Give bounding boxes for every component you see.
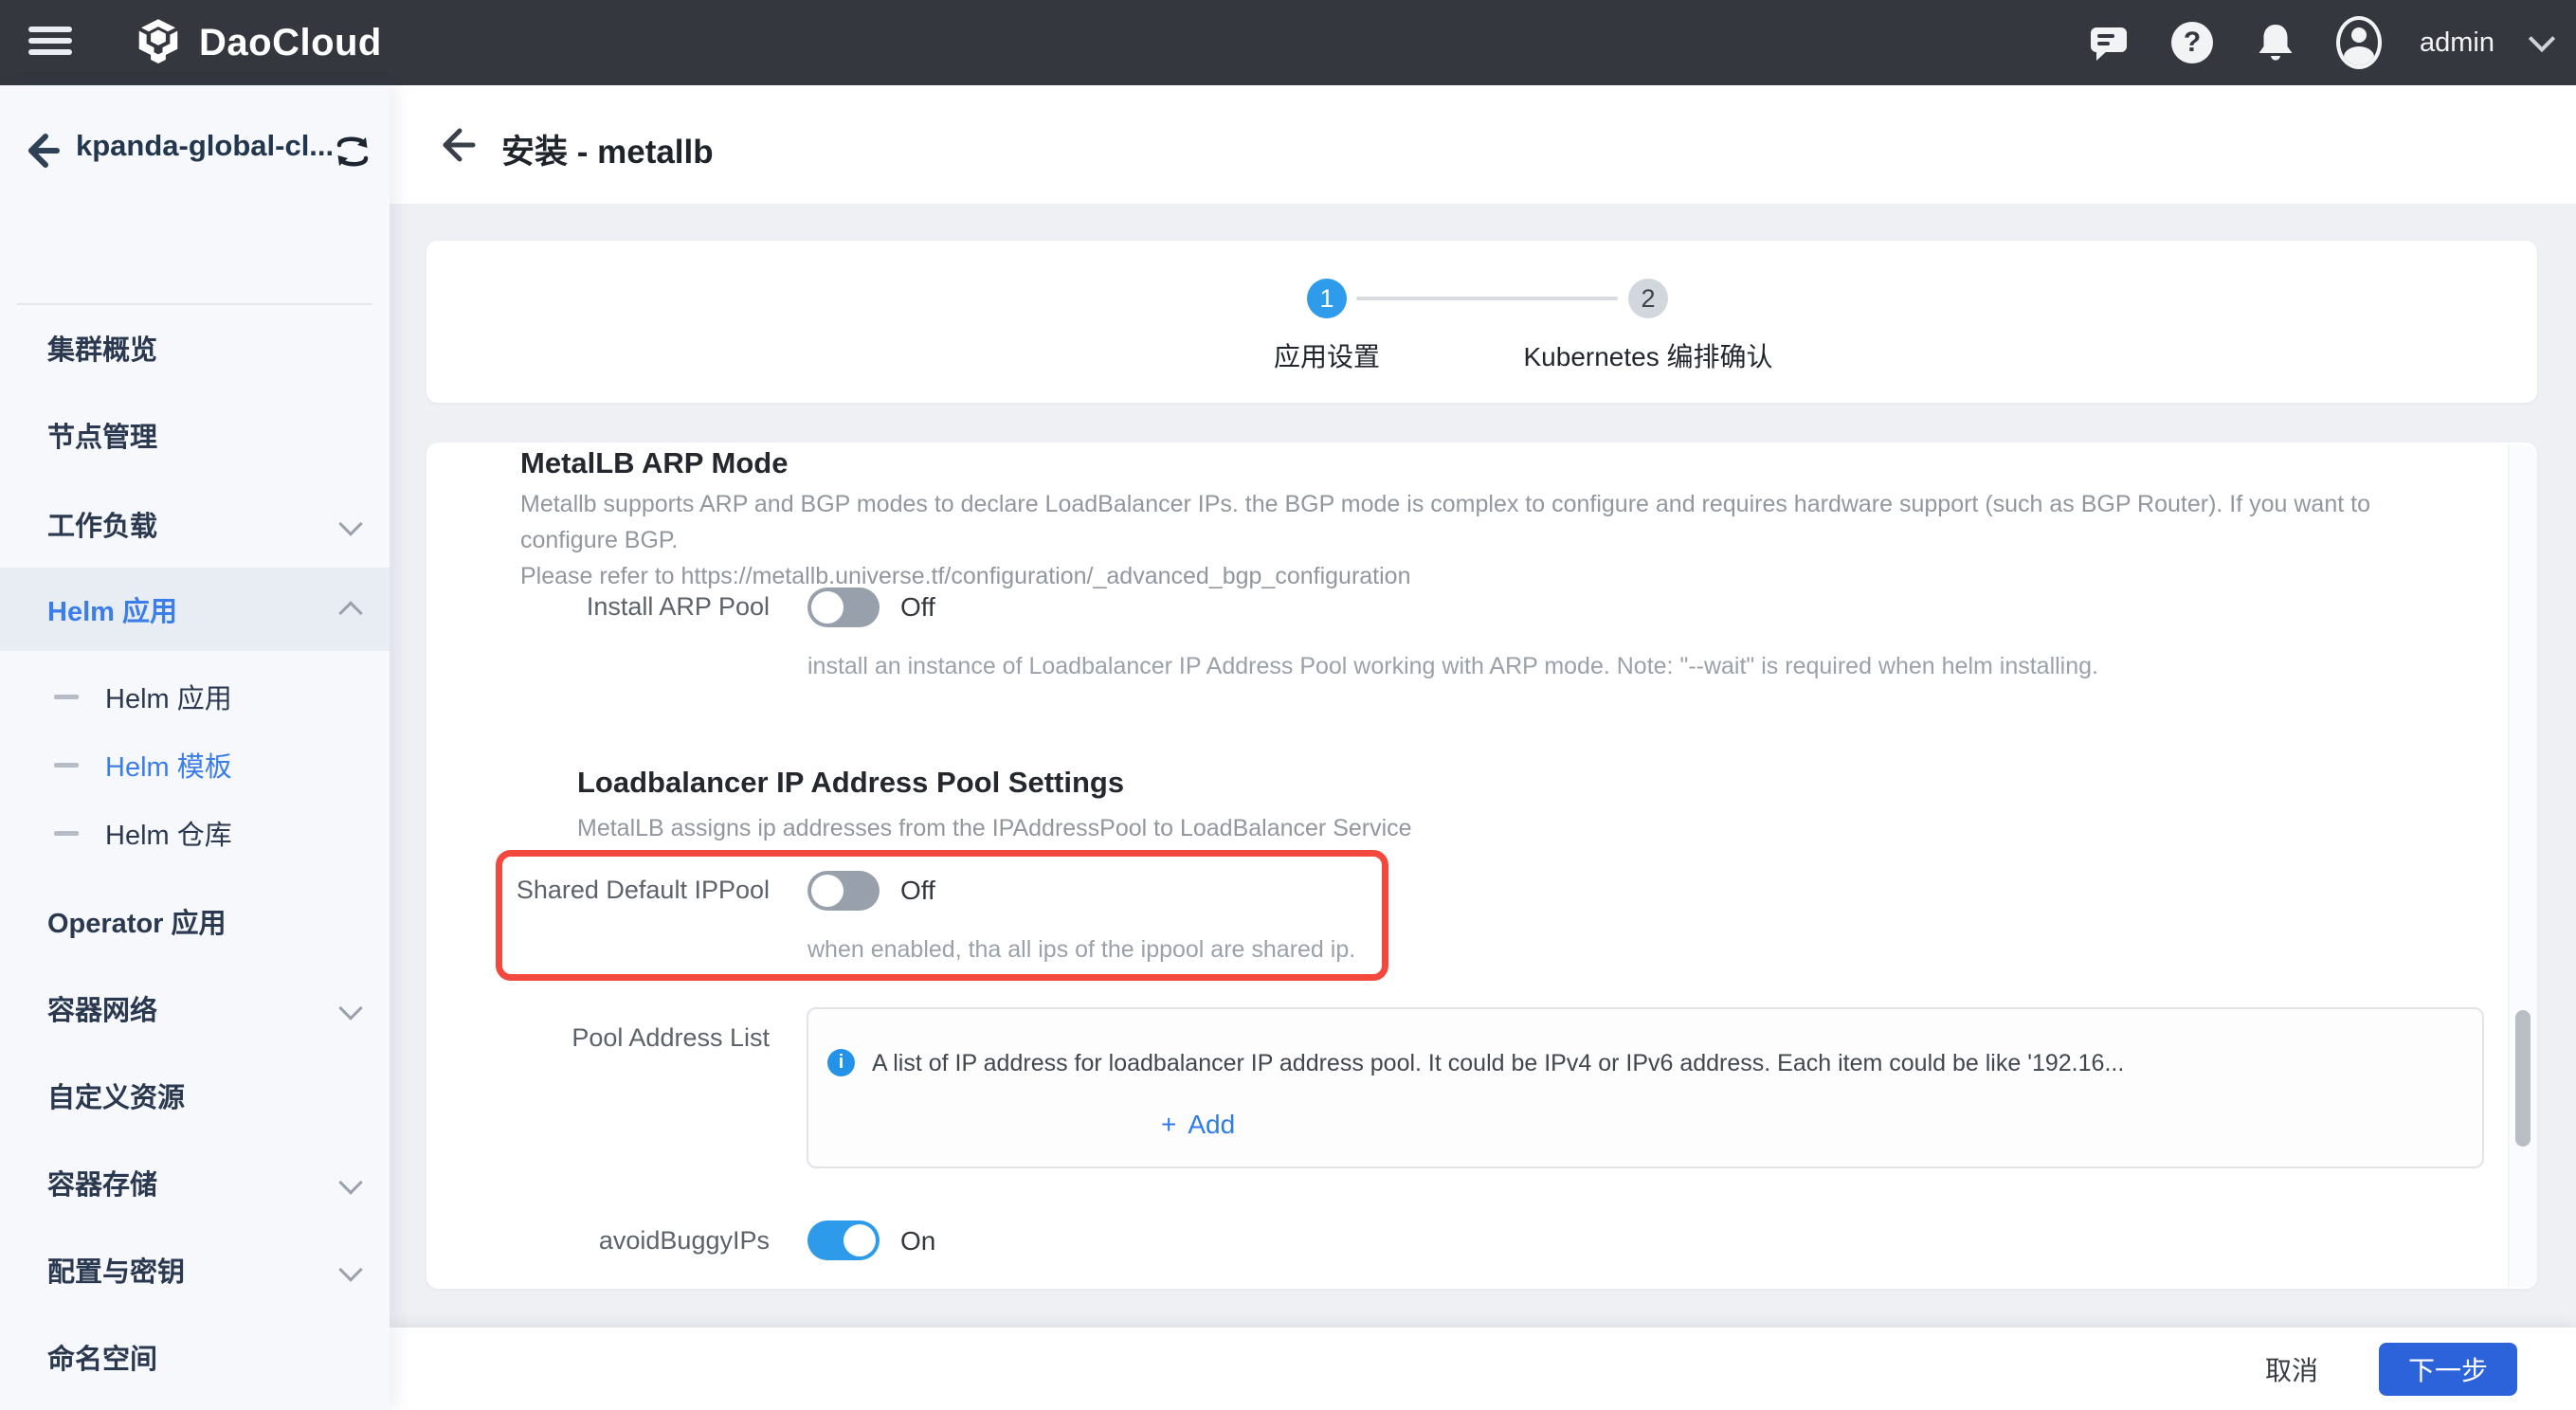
step-1-label: 应用设置: [1232, 336, 1422, 374]
avoid-buggy-ips-label: avoidBuggyIPs: [493, 1226, 770, 1256]
chevron-down-icon: [338, 1170, 362, 1194]
sidebar-header: kpanda-global-cl...: [0, 85, 390, 218]
notifications-bell-icon[interactable]: [2253, 20, 2298, 65]
sidebar-item-cluster-overview[interactable]: 集群概览: [0, 305, 390, 390]
brand-name: DaoCloud: [199, 22, 382, 64]
page-title: 安装 - metallb: [501, 125, 714, 173]
cancel-button[interactable]: 取消: [2259, 1349, 2324, 1389]
dash-icon: [54, 763, 79, 768]
sidebar-item-container-storage[interactable]: 容器存储: [0, 1139, 390, 1226]
install-arp-pool-state: Off: [900, 592, 935, 623]
pool-section-description: MetalLB assigns ip addresses from the IP…: [577, 810, 1412, 846]
sidebar-item-workloads[interactable]: 工作负载: [0, 479, 390, 568]
add-pool-address-button[interactable]: + Add: [1161, 1110, 1235, 1140]
top-right-actions: ? admin: [2086, 0, 2551, 85]
plus-icon: +: [1161, 1110, 1176, 1140]
info-icon: i: [827, 1049, 855, 1076]
stepper-connector-line: [1356, 297, 1618, 300]
pool-section-title: Loadbalancer IP Address Pool Settings: [577, 766, 1124, 800]
chevron-down-icon: [338, 512, 362, 535]
step-2-circle: 2: [1628, 279, 1668, 318]
step-2-label: Kubernetes 编排确认: [1506, 336, 1790, 374]
next-step-button[interactable]: 下一步: [2379, 1343, 2517, 1396]
user-menu-chevron-down-icon[interactable]: [2529, 26, 2555, 52]
avoid-buggy-ips-state: On: [900, 1226, 935, 1256]
form-scrollbar-track[interactable]: [2508, 444, 2537, 1287]
install-arp-pool-label: Install ARP Pool: [493, 592, 770, 622]
pool-address-list-info: A list of IP address for loadbalancer IP…: [872, 1050, 2124, 1077]
sidebar-subitem-helm-templates[interactable]: Helm 模板: [0, 731, 390, 799]
sidebar-item-namespaces[interactable]: 命名空间: [0, 1313, 390, 1401]
sidebar-item-cluster-ops[interactable]: 集群运维: [0, 1401, 390, 1410]
install-arp-pool-help: install an instance of Loadbalancer IP A…: [807, 653, 2098, 680]
sidebar-item-helm-apps[interactable]: Helm 应用: [0, 568, 390, 651]
stepper-card: 1 2 应用设置 Kubernetes 编排确认: [426, 241, 2537, 403]
sidebar-item-operator-apps[interactable]: Operator 应用: [0, 877, 390, 965]
sidebar: kpanda-global-cl... 集群概览 节点管理 工作负载 Helm …: [0, 85, 390, 1410]
shared-default-ippool-toggle[interactable]: [807, 871, 880, 911]
sidebar-subitem-helm-repos[interactable]: Helm 仓库: [0, 799, 390, 867]
sidebar-item-node-management[interactable]: 节点管理: [0, 390, 390, 479]
help-icon[interactable]: ?: [2169, 20, 2215, 65]
sidebar-subitem-helm-apps[interactable]: Helm 应用: [0, 662, 390, 731]
chevron-up-icon: [338, 601, 362, 624]
app-window: DaoCloud ?: [0, 0, 2576, 1410]
sidebar-item-container-network[interactable]: 容器网络: [0, 965, 390, 1052]
hamburger-menu-icon[interactable]: [28, 21, 78, 64]
arp-section-description: Metallb supports ARP and BGP modes to de…: [520, 486, 2473, 594]
form-scrollbar-thumb[interactable]: [2515, 1010, 2531, 1147]
cluster-name[interactable]: kpanda-global-cl...: [76, 129, 334, 163]
shared-default-ippool-state: Off: [900, 876, 935, 906]
arp-section-title: MetalLB ARP Mode: [520, 446, 788, 480]
footer-action-bar: 取消 下一步: [390, 1328, 2576, 1410]
dash-icon: [54, 831, 79, 836]
sidebar-item-custom-resources[interactable]: 自定义资源: [0, 1052, 390, 1139]
user-avatar-icon[interactable]: [2336, 20, 2382, 65]
daocloud-logo-icon: [133, 17, 184, 68]
page-title-bar: 安装 - metallb: [390, 85, 2576, 204]
chevron-down-icon: [338, 1257, 362, 1281]
messages-icon[interactable]: [2086, 20, 2132, 65]
switch-cluster-icon[interactable]: [332, 131, 373, 172]
help-glyph: ?: [2184, 27, 2201, 59]
sidebar-item-config-secrets[interactable]: 配置与密钥: [0, 1226, 390, 1313]
page-back-arrow-icon[interactable]: [435, 123, 479, 167]
step-1-circle: 1: [1307, 279, 1347, 318]
brand-logo[interactable]: DaoCloud: [133, 0, 382, 85]
shared-default-ippool-label: Shared Default IPPool: [493, 876, 770, 905]
avoid-buggy-ips-toggle[interactable]: [807, 1220, 880, 1260]
form-card: MetalLB ARP Mode Metallb supports ARP an…: [426, 443, 2537, 1289]
pool-address-list-label: Pool Address List: [493, 1023, 770, 1053]
dash-icon: [54, 695, 79, 699]
username-label: admin: [2420, 27, 2494, 59]
pool-address-list-box: [807, 1007, 2484, 1168]
chevron-down-icon: [338, 996, 362, 1020]
install-arp-pool-toggle[interactable]: [807, 588, 880, 627]
shared-default-ippool-help: when enabled, tha all ips of the ippool …: [807, 936, 1355, 964]
top-navigation-bar: DaoCloud ?: [0, 0, 2576, 85]
sidebar-back-arrow-icon[interactable]: [19, 129, 63, 172]
